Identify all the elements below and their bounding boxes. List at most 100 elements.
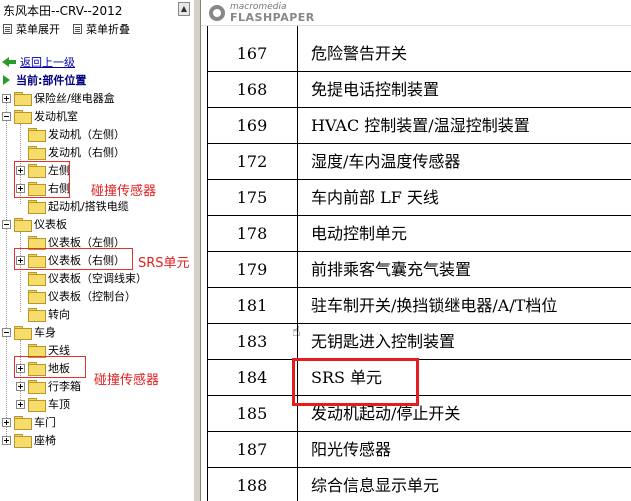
tree-item-label: 保险丝/继电器盒 — [34, 92, 115, 105]
expand-plus-icon[interactable] — [16, 381, 25, 391]
folder-icon — [28, 398, 46, 412]
tree-item[interactable]: 发动机（左侧） — [16, 125, 125, 143]
component-code: 185 — [236, 404, 268, 423]
document-viewer: macromedia FLASHPAPER 167 危险警告开关 168 免提电话控制… — [201, 0, 631, 501]
expand-plus-icon[interactable] — [2, 417, 11, 427]
tree-item[interactable]: 座椅 — [2, 431, 56, 449]
menu-collapse-button[interactable]: 菜单折叠 — [73, 21, 130, 37]
table-row: 179 前排乘客气囊充气装置 — [207, 252, 631, 288]
pane-close-button[interactable]: ▲ — [178, 2, 190, 16]
component-name: 车内前部 LF 天线 — [311, 188, 439, 207]
folder-icon — [28, 344, 46, 358]
tree-item-label: 起动机/搭铁电缆 — [48, 200, 129, 213]
highlight-box-floor — [14, 356, 86, 378]
table-row: 175 车内前部 LF 天线 — [207, 180, 631, 216]
collapse-minus-icon[interactable] — [2, 111, 11, 121]
component-code: 181 — [236, 296, 268, 315]
back-link[interactable]: 返回上一级 — [2, 54, 75, 70]
component-code: 183 — [236, 332, 268, 351]
component-name: 危险警告开关 — [311, 44, 408, 63]
folder-icon — [14, 110, 32, 124]
component-code: 188 — [236, 476, 268, 495]
annotation-collision-sensor: 碰撞传感器 — [94, 373, 160, 388]
tree-item-label: 行李箱 — [48, 380, 81, 393]
folder-icon — [28, 272, 46, 286]
collapse-minus-icon[interactable] — [2, 327, 11, 337]
table-column-divider — [207, 26, 208, 501]
table-row: 188 综合信息显示单元 — [207, 468, 631, 501]
component-name: 湿度/车内温度传感器 — [311, 152, 461, 171]
table-row: 167 危险警告开关 — [207, 36, 631, 72]
expand-plus-icon[interactable] — [2, 93, 11, 103]
component-code: 179 — [236, 260, 268, 279]
pane-splitter[interactable] — [193, 0, 201, 501]
hand-cursor-icon: ☝ — [292, 324, 301, 340]
brand-text: FLASHPAPER — [230, 11, 315, 24]
component-code: 167 — [236, 44, 268, 63]
table-row: 181 驻车制开关/换挡锁继电器/A/T档位 — [207, 288, 631, 324]
expand-plus-icon[interactable] — [2, 435, 11, 445]
component-name: HVAC 控制装置/温湿控制装置 — [311, 116, 530, 135]
folder-icon — [14, 92, 32, 106]
current-location: 当前:部件位置 — [2, 72, 86, 88]
tree-item-label: 发动机（右侧） — [48, 146, 125, 159]
table-row: 184 SRS 单元 — [207, 360, 631, 396]
flashpaper-header: macromedia FLASHPAPER — [201, 0, 631, 26]
component-name: 综合信息显示单元 — [311, 476, 440, 495]
tree-item[interactable]: 发动机（右侧） — [16, 143, 125, 161]
menu-expand-label: 菜单展开 — [16, 23, 60, 36]
tree-item[interactable]: 车门 — [2, 413, 56, 431]
tree-item[interactable]: 车顶 — [16, 395, 70, 413]
component-code: 187 — [236, 440, 268, 459]
tree-item[interactable]: 仪表板（控制台） — [16, 287, 136, 305]
tree-item[interactable]: 转向 — [16, 305, 70, 323]
table-row: 172 湿度/车内温度传感器 — [207, 144, 631, 180]
folder-icon — [28, 308, 46, 322]
component-code: 178 — [236, 224, 268, 243]
folder-icon — [28, 290, 46, 304]
table-row: 168 免提电话控制装置 — [207, 72, 631, 108]
tree-item[interactable]: 仪表板（空调线束） — [16, 269, 147, 287]
tree-item[interactable]: 仪表板 — [2, 215, 67, 233]
table-row: 169 HVAC 控制装置/温湿控制装置 — [207, 108, 631, 144]
table-row: 178 电动控制单元 — [207, 216, 631, 252]
tree-item-label: 转向 — [48, 308, 70, 321]
tree-item[interactable]: 发动机室 — [2, 107, 78, 125]
window-title: 东风本田--CRV--2012 — [3, 4, 123, 18]
tree-item[interactable]: 车身 — [2, 323, 56, 341]
menu-toolbar: 菜单展开 菜单折叠 — [0, 20, 193, 36]
component-code: 169 — [236, 116, 268, 135]
component-name: 无钥匙进入控制装置 — [311, 332, 456, 351]
tree-item[interactable]: 保险丝/继电器盒 — [2, 89, 115, 107]
back-arrow-icon — [2, 56, 16, 68]
window-title-bar: 东风本田--CRV--2012 ▲ — [0, 0, 193, 20]
menu-expand-icon — [3, 24, 12, 34]
component-name: 驻车制开关/换挡锁继电器/A/T档位 — [311, 296, 558, 315]
menu-collapse-label: 菜单折叠 — [86, 23, 130, 36]
folder-icon — [14, 416, 32, 430]
folder-icon — [28, 128, 46, 142]
folder-icon — [14, 218, 32, 232]
tree-item-label: 车门 — [34, 416, 56, 429]
tree-item-label: 仪表板（控制台） — [48, 290, 136, 303]
flashpaper-logo-icon — [209, 5, 225, 21]
tree-item[interactable]: 行李箱 — [16, 377, 81, 395]
menu-expand-button[interactable]: 菜单展开 — [3, 21, 60, 37]
tree-item-label: 仪表板 — [34, 218, 67, 231]
tree-guide-line — [6, 98, 7, 438]
component-code: 172 — [236, 152, 268, 171]
tree-item-label: 车顶 — [48, 398, 70, 411]
tree-item-label: 仪表板（空调线束） — [48, 272, 147, 285]
table-row: 187 阳光传感器 — [207, 432, 631, 468]
tree-item[interactable]: 起动机/搭铁电缆 — [16, 197, 129, 215]
component-name: 前排乘客气囊充气装置 — [311, 260, 472, 279]
back-link-label: 返回上一级 — [20, 56, 75, 69]
collapse-minus-icon[interactable] — [2, 219, 11, 229]
component-name: 阳光传感器 — [311, 440, 392, 459]
folder-icon — [28, 146, 46, 160]
expand-plus-icon[interactable] — [16, 399, 25, 409]
component-code: 175 — [236, 188, 268, 207]
tree-item-label: 发动机（左侧） — [48, 128, 125, 141]
table-row: 185 发动机起动/停止开关 — [207, 396, 631, 432]
component-name: 免提电话控制装置 — [311, 80, 440, 99]
